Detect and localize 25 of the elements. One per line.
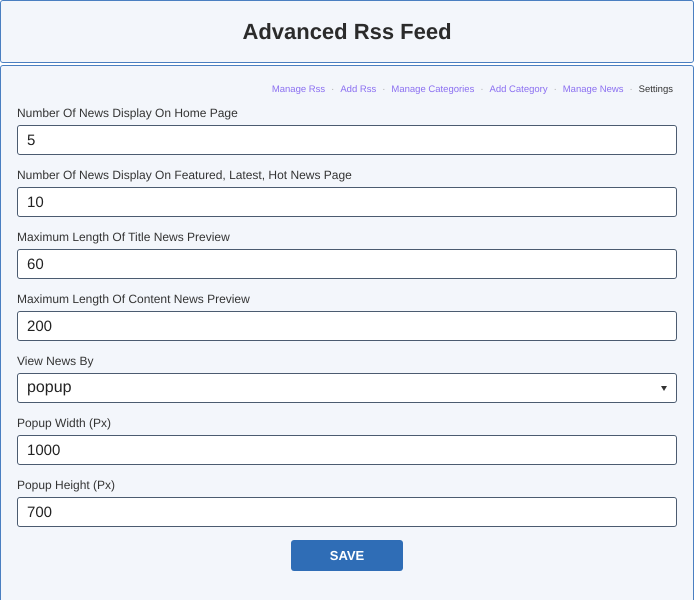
page-title: Advanced Rss Feed [242, 18, 452, 44]
separator-dot: · [382, 84, 386, 95]
nav-link[interactable]: Manage News [562, 84, 624, 95]
nav-link[interactable]: Manage Rss [272, 84, 326, 95]
separator-dot: · [331, 84, 334, 95]
field-label: Maximum Length Of Content News Preview [17, 292, 251, 306]
input-field[interactable]: 1000 [17, 435, 677, 465]
separator-dot: · [630, 84, 633, 95]
caret-icon [661, 386, 667, 390]
input-field[interactable]: 5 [17, 125, 677, 155]
select-field[interactable]: popup [17, 373, 677, 403]
separator-dot: · [554, 84, 557, 95]
field-label: Number Of News Display On Featured, Latest, Hot News Page [17, 168, 353, 182]
separator-dot: · [480, 84, 484, 95]
field-label: Maximum Length Of Title News Preview [17, 230, 231, 244]
nav-link[interactable]: Settings [638, 84, 673, 95]
input-field[interactable]: 10 [17, 187, 677, 217]
input-field[interactable]: 700 [17, 497, 677, 527]
save-button[interactable]: SAVE [291, 540, 403, 571]
field-label: Number Of News Display On Home Page [17, 106, 239, 120]
field-label: Popup Width (Px) [17, 416, 112, 430]
input-field[interactable]: 60 [17, 249, 677, 279]
field-label: View News By [17, 354, 94, 368]
field-label: Popup Height (Px) [17, 478, 116, 492]
input-field[interactable]: 200 [17, 311, 677, 341]
